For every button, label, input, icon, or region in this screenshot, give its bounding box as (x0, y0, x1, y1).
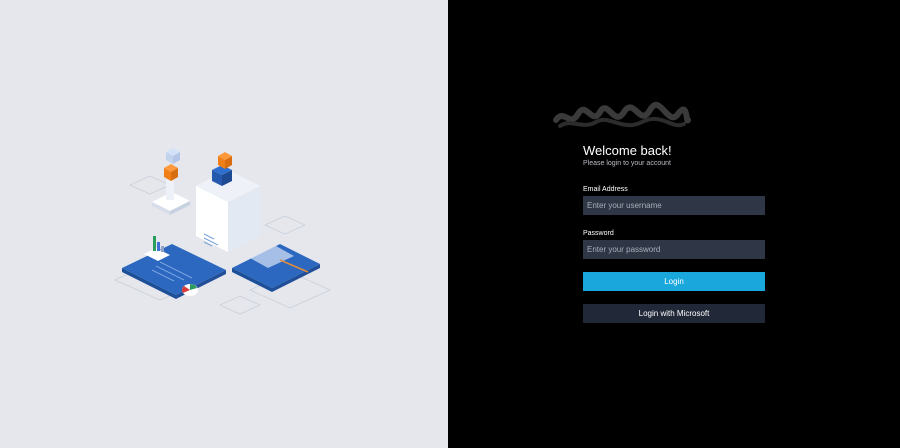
login-button[interactable]: Login (583, 272, 765, 291)
login-with-microsoft-button[interactable]: Login with Microsoft (583, 304, 765, 323)
password-field[interactable] (583, 240, 765, 259)
welcome-title: Welcome back! (583, 143, 672, 158)
email-field[interactable] (583, 196, 765, 215)
login-form: Welcome back! Please login to your accou… (583, 143, 765, 323)
welcome-subtitle: Please login to your account (583, 160, 671, 167)
email-label: Email Address (583, 186, 628, 193)
login-panel (448, 0, 900, 448)
password-label: Password (583, 230, 614, 237)
dashboard-illustration (114, 148, 331, 315)
company-logo (553, 101, 691, 128)
illustration-panel (0, 0, 448, 448)
